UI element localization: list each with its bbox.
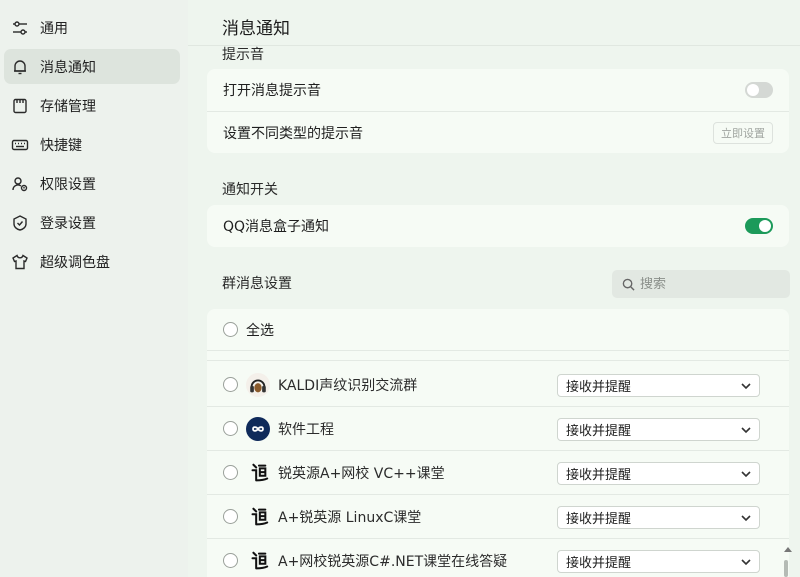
settings-sidebar: 通用 消息通知 存储管理 快捷键 权限设置 登录设置 超级调色盘 (0, 0, 188, 577)
shirt-icon (10, 252, 30, 272)
sidebar-item-label: 权限设置 (40, 176, 96, 193)
dropdown-value: 接收并提醒 (566, 380, 632, 395)
sidebar-item-shortcuts[interactable]: 快捷键 (4, 127, 180, 162)
notify-mode-dropdown[interactable]: 接收并提醒 (557, 418, 760, 441)
sidebar-item-label: 存储管理 (40, 98, 96, 115)
sidebar-item-permissions[interactable]: 权限设置 (4, 166, 180, 201)
sidebar-item-label: 登录设置 (40, 215, 96, 232)
select-all-label: 全选 (246, 322, 274, 339)
page-title: 消息通知 (222, 19, 290, 39)
list-item[interactable]: 软件工程 接收并提醒 (207, 407, 789, 451)
sidebar-item-palette[interactable]: 超级调色盘 (4, 244, 180, 279)
bell-icon (10, 57, 30, 77)
sidebar-item-storage[interactable]: 存储管理 (4, 88, 180, 123)
dropdown-value: 接收并提醒 (566, 424, 632, 439)
notify-mode-dropdown[interactable]: 接收并提醒 (557, 550, 760, 573)
sliders-icon (10, 18, 30, 38)
sidebar-item-login[interactable]: 登录设置 (4, 205, 180, 240)
type-sound-row: 设置不同类型的提示音 立即设置 (207, 111, 789, 153)
list-item[interactable]: KALDI声纹识别交流群 接收并提醒 (207, 363, 789, 407)
sidebar-item-label: 通用 (40, 20, 68, 37)
group-name: A+网校锐英源C#.NET课堂在线答疑 (278, 553, 508, 570)
select-all-radio[interactable] (223, 322, 238, 337)
section-title-group: 群消息设置 (222, 276, 292, 292)
toggle-knob (759, 220, 771, 232)
scroll-up-arrow-icon[interactable] (784, 547, 792, 552)
box-notify-label: QQ消息盒子通知 (223, 219, 330, 235)
section-title-sound: 提示音 (222, 47, 264, 63)
dao-calligraphy-avatar-icon (246, 460, 270, 485)
list-item[interactable]: 锐英源A+网校 VC++课堂 接收并提醒 (207, 451, 789, 495)
settings-main-panel: 消息通知 提示音 打开消息提示音 设置不同类型的提示音 立即设置 通知开关 QQ… (188, 0, 800, 577)
dropdown-value: 接收并提醒 (566, 468, 632, 483)
type-sound-label: 设置不同类型的提示音 (223, 125, 363, 142)
dropdown-value: 接收并提醒 (566, 512, 632, 527)
notify-settings-card: QQ消息盒子通知 (207, 205, 789, 247)
select-all-row[interactable]: 全选 (207, 309, 789, 351)
shield-icon (10, 213, 30, 233)
notify-mode-dropdown[interactable]: 接收并提醒 (557, 462, 760, 485)
sidebar-item-notifications[interactable]: 消息通知 (4, 49, 180, 84)
box-notify-row: QQ消息盒子通知 (207, 205, 789, 247)
group-select-radio[interactable] (223, 377, 238, 392)
group-select-radio[interactable] (223, 465, 238, 480)
headphone-avatar-icon (246, 372, 270, 397)
sidebar-item-label: 超级调色盘 (40, 254, 110, 271)
sidebar-item-label: 快捷键 (40, 137, 82, 154)
group-select-radio[interactable] (223, 553, 238, 568)
chevron-down-icon (741, 559, 751, 566)
sound-settings-card: 打开消息提示音 设置不同类型的提示音 立即设置 (207, 69, 789, 153)
sidebar-item-label: 消息通知 (40, 59, 96, 76)
group-settings-card: 全选 KALDI声纹识别交流群 接收并提醒 软件工程 接收并提醒 锐英源A+网校… (207, 309, 789, 577)
group-search-input[interactable] (640, 276, 770, 292)
dao-calligraphy-avatar-icon (246, 548, 270, 573)
chevron-down-icon (741, 471, 751, 478)
dao-calligraphy-avatar-icon (246, 504, 270, 529)
search-icon (622, 278, 635, 291)
group-list: KALDI声纹识别交流群 接收并提醒 软件工程 接收并提醒 锐英源A+网校 VC… (207, 351, 789, 577)
sidebar-item-general[interactable]: 通用 (4, 10, 180, 45)
notify-mode-dropdown[interactable]: 接收并提醒 (557, 506, 760, 529)
group-name: 软件工程 (278, 421, 334, 438)
chevron-down-icon (741, 383, 751, 390)
notify-mode-dropdown[interactable]: 接收并提醒 (557, 374, 760, 397)
group-name: KALDI声纹识别交流群 (278, 377, 418, 394)
list-item-partial (207, 351, 789, 361)
storage-icon (10, 96, 30, 116)
list-item[interactable]: A+锐英源 LinuxC课堂 接收并提醒 (207, 495, 789, 539)
group-select-radio[interactable] (223, 421, 238, 436)
infinity-avatar-icon (246, 416, 270, 441)
keyboard-icon (10, 135, 30, 155)
enable-sound-label: 打开消息提示音 (223, 83, 321, 99)
group-name: 锐英源A+网校 VC++课堂 (278, 465, 445, 482)
scrollbar-thumb[interactable] (784, 560, 788, 577)
group-search-box[interactable] (612, 270, 790, 298)
enable-sound-toggle[interactable] (745, 82, 773, 98)
dropdown-value: 接收并提醒 (566, 556, 632, 571)
box-notify-toggle[interactable] (745, 218, 773, 234)
user-permission-icon (10, 174, 30, 194)
group-name: A+锐英源 LinuxC课堂 (278, 509, 422, 526)
set-now-button[interactable]: 立即设置 (713, 122, 773, 144)
enable-sound-row: 打开消息提示音 (207, 69, 789, 111)
list-item[interactable]: A+网校锐英源C#.NET课堂在线答疑 接收并提醒 (207, 539, 789, 577)
chevron-down-icon (741, 515, 751, 522)
group-select-radio[interactable] (223, 509, 238, 524)
chevron-down-icon (741, 427, 751, 434)
toggle-knob (747, 84, 759, 96)
section-title-notify: 通知开关 (222, 182, 278, 198)
title-divider (188, 45, 800, 46)
